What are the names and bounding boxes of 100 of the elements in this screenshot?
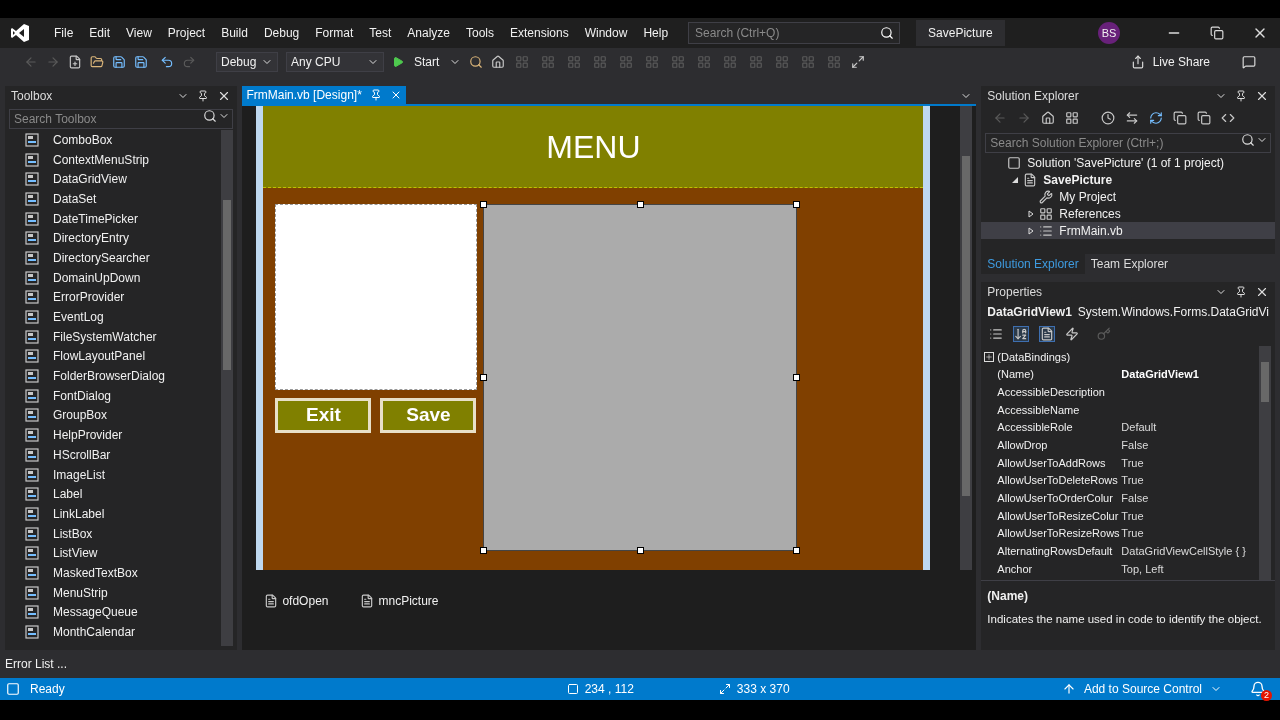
restore-icon[interactable]	[1210, 26, 1224, 40]
search-icon[interactable]	[1241, 133, 1255, 147]
properties-icon[interactable]	[1039, 326, 1056, 342]
scrollbar[interactable]	[221, 130, 234, 646]
ready-icon[interactable]	[6, 682, 20, 696]
live-share-button[interactable]: Live Share	[1152, 53, 1210, 71]
new-item-icon[interactable]	[68, 55, 82, 69]
error-list-tab[interactable]: Error List ...	[5, 655, 67, 673]
toolbox-item[interactable]: DateTimePicker	[53, 209, 138, 228]
menu-item[interactable]: Build	[213, 24, 256, 42]
pin-icon[interactable]	[197, 90, 210, 102]
tree-item[interactable]: References	[981, 205, 1275, 222]
save-all-icon[interactable]	[134, 55, 148, 69]
toolbox-item[interactable]: MonthCalendar	[53, 623, 136, 642]
view-designer-icon[interactable]	[491, 55, 506, 69]
tab-order-icon[interactable]	[851, 55, 866, 69]
toolbox-item[interactable]: HScrollBar	[53, 445, 111, 464]
size-icon[interactable]	[718, 683, 731, 695]
home-icon[interactable]	[1041, 111, 1056, 125]
platform-dropdown[interactable]: Any CPU	[286, 52, 384, 72]
collapsed-arrow-icon[interactable]	[1027, 226, 1036, 235]
toolbox-item[interactable]: FontDialog	[53, 386, 112, 405]
account-avatar[interactable]: BS	[1098, 22, 1120, 44]
tree-item[interactable]: SavePicture	[981, 171, 1275, 188]
search-icon[interactable]	[880, 26, 895, 40]
alphabetical-icon[interactable]	[1013, 326, 1030, 342]
close-icon[interactable]	[1255, 89, 1269, 103]
notifications-icon[interactable]	[1250, 681, 1266, 697]
toolbox-item[interactable]: ContextMenuStrip	[53, 150, 150, 169]
toolbox-item[interactable]: ListView	[53, 544, 98, 563]
collapse-all-icon[interactable]	[1173, 111, 1188, 125]
component-tray-item[interactable]: ofdOpen	[282, 592, 329, 610]
toolbox-item[interactable]: ComboBox	[53, 130, 113, 149]
toolbox-item[interactable]: HelpProvider	[53, 426, 123, 445]
resize-handle[interactable]	[793, 374, 801, 381]
sync-icon[interactable]	[1125, 111, 1140, 125]
menu-item[interactable]: Extensions	[502, 24, 577, 42]
toolbox-item[interactable]: Label	[53, 485, 83, 504]
resize-handle[interactable]	[480, 201, 488, 208]
panel-tab[interactable]: Team Explorer	[1084, 254, 1175, 274]
show-all-files-icon[interactable]	[1197, 111, 1212, 125]
resize-handle[interactable]	[480, 374, 488, 381]
toolbox-search-field[interactable]: Search Toolbox	[9, 109, 234, 129]
toolbox-item[interactable]: LinkLabel	[53, 504, 105, 523]
property-value[interactable]: DataGridViewCellStyle { }	[1121, 543, 1246, 560]
scrollbar[interactable]	[960, 106, 973, 570]
toolbox-item[interactable]: ErrorProvider	[53, 288, 125, 307]
panel-tab[interactable]: Solution Explorer	[981, 254, 1085, 274]
menu-item[interactable]: Project	[159, 24, 214, 42]
property-value[interactable]: Default	[1121, 419, 1157, 436]
start-button[interactable]: Start	[412, 53, 442, 71]
menu-item[interactable]: Test	[361, 24, 400, 42]
menu-item[interactable]: Analyze	[399, 24, 458, 42]
toolbox-item[interactable]: FileSystemWatcher	[53, 327, 157, 346]
source-control-button[interactable]: Add to Source Control	[1083, 680, 1202, 698]
menu-item[interactable]: Debug	[255, 24, 308, 42]
search-icon[interactable]	[203, 109, 218, 123]
position-icon[interactable]	[566, 683, 579, 695]
toolbox-item[interactable]: DirectorySearcher	[53, 248, 150, 267]
toolbox-item[interactable]: ListBox	[53, 524, 93, 543]
events-icon[interactable]	[1065, 327, 1080, 341]
resize-handle[interactable]	[637, 547, 645, 554]
toolbox-item[interactable]: MaskedTextBox	[53, 563, 138, 582]
pin-icon[interactable]	[1235, 286, 1247, 298]
categorized-icon[interactable]	[989, 327, 1004, 341]
menu-item[interactable]: View	[118, 24, 160, 42]
toolbox-item[interactable]: FlowLayoutPanel	[53, 347, 146, 366]
toolbox-item[interactable]: DataSet	[53, 189, 97, 208]
property-value[interactable]: True	[1121, 525, 1144, 542]
toolbox-item[interactable]: GroupBox	[53, 406, 108, 425]
pin-icon[interactable]	[1235, 90, 1247, 102]
menu-item[interactable]: Format	[307, 24, 362, 42]
resize-handle[interactable]	[793, 201, 801, 208]
toolbox-item[interactable]: MenuStrip	[53, 583, 108, 602]
menu-item[interactable]: Edit	[81, 24, 119, 42]
resize-handle[interactable]	[637, 201, 645, 208]
share-icon[interactable]	[1130, 55, 1145, 69]
toolbox-item[interactable]: ImageList	[53, 465, 106, 484]
tree-item[interactable]: My Project	[981, 188, 1275, 205]
menu-item[interactable]: File	[46, 24, 82, 42]
resize-handle[interactable]	[793, 547, 801, 554]
switch-views-icon[interactable]	[1065, 111, 1080, 125]
toolbox-item[interactable]: DataGridView	[53, 170, 127, 189]
configuration-dropdown[interactable]: Debug	[216, 52, 278, 72]
form-button[interactable]: Exit	[275, 398, 372, 433]
expand-icon[interactable]	[984, 351, 995, 362]
feedback-icon[interactable]	[1242, 55, 1256, 69]
property-value[interactable]: True	[1121, 507, 1144, 525]
play-icon[interactable]	[392, 56, 404, 68]
collapsed-arrow-icon[interactable]	[1027, 209, 1036, 218]
menu-item[interactable]: Window	[576, 24, 636, 42]
resize-handle[interactable]	[480, 547, 488, 554]
property-value[interactable]: True	[1121, 454, 1144, 472]
code-icon[interactable]	[1221, 111, 1236, 125]
open-folder-icon[interactable]	[90, 55, 104, 69]
save-icon[interactable]	[112, 55, 126, 69]
property-value[interactable]: False	[1121, 437, 1149, 454]
property-value[interactable]: Top, Left	[1121, 560, 1164, 578]
tree-item[interactable]: FrmMain.vb	[981, 222, 1275, 239]
component-tray-item[interactable]: mncPicture	[378, 592, 439, 610]
